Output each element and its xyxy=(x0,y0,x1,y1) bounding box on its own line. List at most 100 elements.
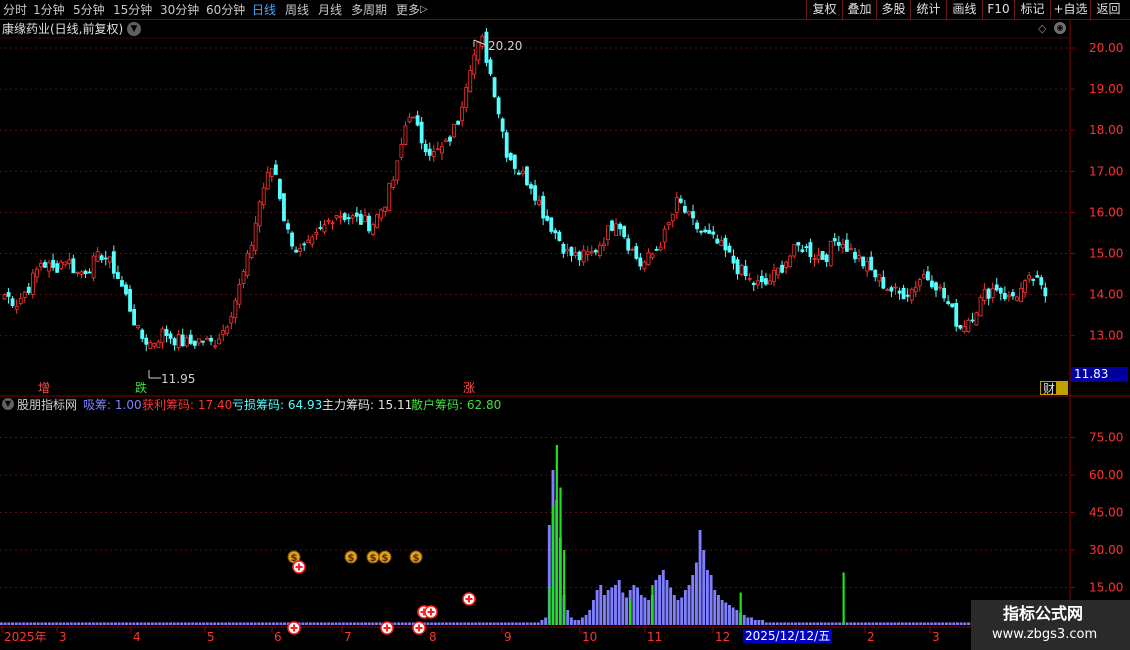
period-tab-1min[interactable]: 1分钟 xyxy=(33,2,65,18)
finance-box-icon[interactable] xyxy=(1056,381,1068,395)
candle-body xyxy=(990,287,995,298)
adjust-button[interactable]: 复权 xyxy=(806,0,842,20)
candle-body xyxy=(614,223,618,236)
candle-body xyxy=(687,211,691,215)
indicator-bar xyxy=(62,622,66,625)
mark-button[interactable]: 标记 xyxy=(1014,0,1050,20)
candle-body xyxy=(71,258,76,274)
candle-body xyxy=(411,116,416,119)
candle-body xyxy=(504,132,509,158)
indicator-bar xyxy=(647,600,651,625)
indicator-bar xyxy=(55,622,59,625)
candle-body xyxy=(808,242,813,258)
indicator-toggle-icon[interactable]: ▼ xyxy=(2,398,14,410)
indicator-bar xyxy=(205,622,209,625)
indicator-bar xyxy=(606,590,610,625)
money-bag-sign: $ xyxy=(382,553,389,564)
indicator-bar xyxy=(7,622,11,625)
f10-button[interactable]: F10 xyxy=(982,0,1014,20)
price-tick-label: 17.00 xyxy=(1089,164,1123,178)
settings-icon[interactable]: ◉ xyxy=(1054,22,1066,34)
candle-body xyxy=(666,222,671,226)
candle-body xyxy=(602,243,606,247)
indicator-bar xyxy=(595,590,599,625)
overlay-button[interactable]: 叠加 xyxy=(842,0,876,20)
indicator-bar xyxy=(614,585,617,625)
indicator-bar xyxy=(319,622,323,625)
diamond-icon[interactable]: ◇ xyxy=(1038,22,1046,36)
candle-body xyxy=(253,222,258,251)
absorb-value: 1.00 xyxy=(114,398,142,412)
candle-body xyxy=(1007,294,1011,298)
indicator-bar xyxy=(838,622,842,625)
candle-body xyxy=(751,282,756,285)
candle-body xyxy=(51,259,55,268)
candle-body xyxy=(674,197,679,213)
candle-body xyxy=(67,259,72,264)
candle-body xyxy=(901,287,906,300)
indicator-bar xyxy=(364,622,367,625)
multi-stock-button[interactable]: 多股 xyxy=(876,0,910,20)
indicator-bar xyxy=(452,622,456,625)
price-y-axis: 13.00 14.00 15.00 16.00 17.00 18.00 19.00 20.00 xyxy=(1070,41,1123,343)
period-tab-5min[interactable]: 5分钟 xyxy=(73,2,105,18)
plus-circle-icon xyxy=(462,592,476,606)
candle-body xyxy=(160,328,165,344)
price-tick-label: 15.00 xyxy=(1089,247,1123,261)
indicator-bar xyxy=(235,622,239,625)
add-watchlist-button[interactable]: +自选 xyxy=(1050,0,1090,20)
x-tick-label: 4 xyxy=(133,630,141,644)
candle-body xyxy=(926,271,930,281)
period-tab-daily[interactable]: 日线 xyxy=(252,2,276,18)
candle-body xyxy=(338,215,343,218)
period-tab-multi[interactable]: 多周期 xyxy=(351,2,387,18)
period-tab-30min[interactable]: 30分钟 xyxy=(160,2,199,18)
draw-line-button[interactable]: 画线 xyxy=(946,0,982,20)
indicator-bar xyxy=(643,597,647,625)
indicator-bar xyxy=(455,622,459,625)
candle-body xyxy=(75,272,80,274)
period-tab-60min[interactable]: 60分钟 xyxy=(206,2,245,18)
indicator-bar xyxy=(580,617,584,625)
back-button[interactable]: 返回 xyxy=(1090,0,1126,20)
indicator-bar xyxy=(944,622,948,625)
indicator-bar xyxy=(99,622,103,625)
indicator-bar xyxy=(801,622,805,625)
indicator-field-loss: 亏损筹码: 64.93 xyxy=(232,398,322,412)
indicator-bar xyxy=(496,622,500,625)
period-tab-intraday[interactable]: 分时 xyxy=(3,2,27,18)
candle-body xyxy=(646,252,651,265)
candle-body xyxy=(735,259,740,275)
period-tab-15min[interactable]: 15分钟 xyxy=(113,2,152,18)
candle-body xyxy=(83,270,88,275)
period-tab-more[interactable]: 更多 xyxy=(396,2,420,18)
statistics-button[interactable]: 统计 xyxy=(910,0,946,20)
candle-body xyxy=(314,232,319,235)
chart-canvas[interactable]: 13.00 14.00 15.00 16.00 17.00 18.00 19.00 20.00… xyxy=(0,20,1130,650)
indicator-bar xyxy=(147,622,150,625)
period-tab-monthly[interactable]: 月线 xyxy=(318,2,342,18)
indicator-bar xyxy=(253,622,257,625)
candle-body xyxy=(358,213,363,225)
candle-body xyxy=(26,286,31,294)
candle-body xyxy=(120,280,124,287)
more-arrow-icon[interactable]: ▷ xyxy=(420,2,428,18)
retail-chips-value: 62.80 xyxy=(466,398,502,412)
candle-body xyxy=(140,329,145,339)
period-tab-weekly[interactable]: 周线 xyxy=(285,2,309,18)
indicator-bar xyxy=(867,622,871,625)
chevron-down-icon[interactable]: ▼ xyxy=(127,22,141,36)
candle-body xyxy=(934,282,938,291)
indicator-name[interactable]: 股朋指标网 xyxy=(17,398,77,412)
indicator-bar xyxy=(503,622,507,625)
candle-body xyxy=(962,326,967,332)
indicator-bar xyxy=(224,622,228,625)
indicator-tick-label: 15.00 xyxy=(1089,581,1123,595)
x-tick-label: 11 xyxy=(647,630,663,644)
candle-body xyxy=(711,231,716,235)
indicator-bar xyxy=(172,622,176,625)
indicator-bar xyxy=(121,622,125,625)
indicator-bar xyxy=(393,622,397,625)
cursor-date-label: 2025/12/12/五 xyxy=(743,629,833,643)
x-tick-label: 2025年 xyxy=(4,630,47,644)
